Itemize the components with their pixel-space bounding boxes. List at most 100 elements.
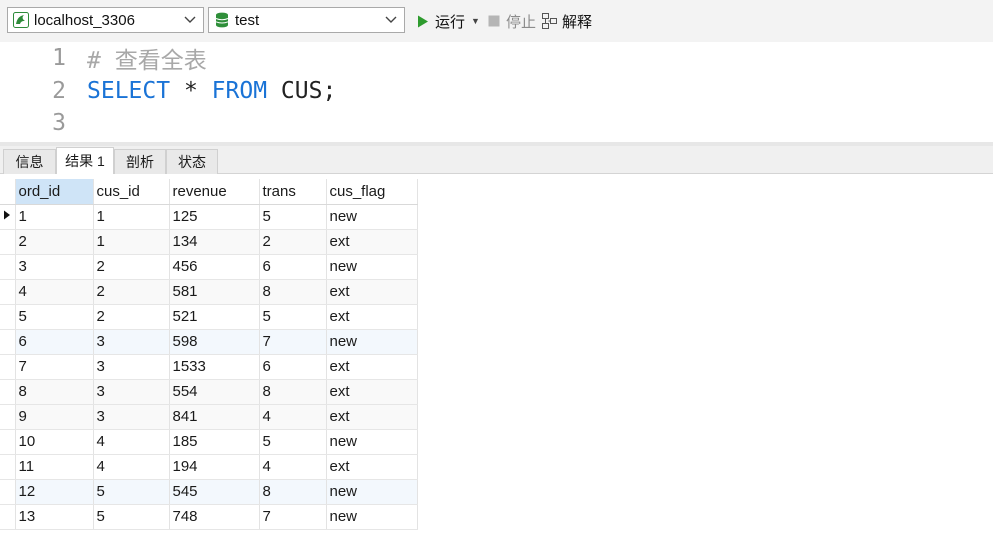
cell[interactable]: 8 [259,279,327,305]
cell[interactable]: 134 [169,229,260,255]
cell[interactable]: 2 [259,229,327,255]
run-button[interactable]: 运行 ▼ [415,9,480,33]
column-header[interactable]: revenue [169,179,260,205]
cell[interactable]: 6 [259,254,327,280]
cell[interactable]: 7 [259,329,327,355]
cell[interactable]: 581 [169,279,260,305]
cell[interactable]: new [326,204,418,230]
cell[interactable]: 8 [259,479,327,505]
cell[interactable]: 3 [93,354,170,380]
sql-keyword-select: SELECT [87,78,171,104]
cell[interactable]: new [326,254,418,280]
cell[interactable]: 3 [15,254,94,280]
stop-button[interactable]: 停止 [486,9,536,33]
connection-select[interactable]: localhost_3306 [7,7,204,33]
table-row[interactable]: 5 2 521 5 ext [0,304,418,330]
table-row[interactable]: 9 3 841 4 ext [0,404,418,430]
cell[interactable]: 6 [15,329,94,355]
table-row[interactable]: 6 3 598 7 new [0,329,418,355]
cell[interactable]: new [326,329,418,355]
cell[interactable]: 748 [169,504,260,530]
cell[interactable]: 5 [93,504,170,530]
cell[interactable]: 5 [259,429,327,455]
cell[interactable]: 4 [259,404,327,430]
tab-profile[interactable]: 剖析 [114,149,166,174]
cell[interactable]: 5 [259,304,327,330]
cell[interactable]: 8 [15,379,94,405]
cell[interactable]: 1 [93,229,170,255]
database-select[interactable]: test [208,7,405,33]
cell[interactable]: 554 [169,379,260,405]
cell[interactable]: 5 [15,304,94,330]
cell[interactable]: 125 [169,204,260,230]
cell[interactable]: ext [326,354,418,380]
cell[interactable]: ext [326,379,418,405]
cell[interactable]: 1 [15,204,94,230]
cell[interactable]: 4 [259,454,327,480]
tab-result-1[interactable]: 结果 1 [56,147,114,174]
column-header[interactable]: ord_id [15,179,94,205]
cell[interactable]: ext [326,229,418,255]
cell[interactable]: 7 [15,354,94,380]
cell[interactable]: 9 [15,404,94,430]
cell[interactable]: ext [326,404,418,430]
cell[interactable]: ext [326,454,418,480]
cell[interactable]: 1533 [169,354,260,380]
chevron-down-icon[interactable] [181,11,199,29]
cell[interactable]: 1 [93,204,170,230]
tab-status[interactable]: 状态 [166,149,218,174]
cell[interactable]: 11 [15,454,94,480]
cell[interactable]: ext [326,279,418,305]
cell[interactable]: 2 [93,304,170,330]
explain-label: 解释 [562,13,593,31]
run-dropdown-icon[interactable]: ▼ [471,16,480,26]
cell[interactable]: 13 [15,504,94,530]
table-row[interactable]: 12 5 545 8 new [0,479,418,505]
column-header[interactable]: cus_flag [326,179,418,205]
sql-editor[interactable]: 1 # 查看全表 2 SELECT * FROM CUS; 3 [0,42,993,142]
column-header[interactable]: cus_id [93,179,170,205]
table-row[interactable]: 11 4 194 4 ext [0,454,418,480]
cell[interactable]: new [326,429,418,455]
cell[interactable]: 185 [169,429,260,455]
cell[interactable]: 841 [169,404,260,430]
cell[interactable]: 521 [169,304,260,330]
cell[interactable]: 2 [15,229,94,255]
cell[interactable]: 4 [93,429,170,455]
cell[interactable]: 5 [93,479,170,505]
cell[interactable]: 2 [93,254,170,280]
cell[interactable]: 545 [169,479,260,505]
dolphin-connection-icon [12,11,30,29]
cell[interactable]: ext [326,304,418,330]
cell[interactable]: 598 [169,329,260,355]
cell[interactable]: 5 [259,204,327,230]
table-row[interactable]: 10 4 185 5 new [0,429,418,455]
cell[interactable]: 8 [259,379,327,405]
cell[interactable]: 3 [93,379,170,405]
row-indicator [0,279,16,305]
table-row[interactable]: 8 3 554 8 ext [0,379,418,405]
table-row[interactable]: 3 2 456 6 new [0,254,418,280]
cell[interactable]: 3 [93,404,170,430]
table-row[interactable]: 1 1 125 5 new [0,204,418,230]
cell[interactable]: new [326,479,418,505]
cell[interactable]: 12 [15,479,94,505]
cell[interactable]: 3 [93,329,170,355]
cell[interactable]: new [326,504,418,530]
cell[interactable]: 10 [15,429,94,455]
cell[interactable]: 6 [259,354,327,380]
table-row[interactable]: 13 5 748 7 new [0,504,418,530]
table-row[interactable]: 4 2 581 8 ext [0,279,418,305]
tab-info[interactable]: 信息 [3,149,56,174]
cell[interactable]: 456 [169,254,260,280]
explain-button[interactable]: 解释 [542,9,592,33]
cell[interactable]: 7 [259,504,327,530]
table-row[interactable]: 2 1 134 2 ext [0,229,418,255]
table-row[interactable]: 7 3 1533 6 ext [0,354,418,380]
cell[interactable]: 194 [169,454,260,480]
cell[interactable]: 4 [93,454,170,480]
chevron-down-icon[interactable] [382,11,400,29]
column-header[interactable]: trans [259,179,327,205]
cell[interactable]: 2 [93,279,170,305]
cell[interactable]: 4 [15,279,94,305]
